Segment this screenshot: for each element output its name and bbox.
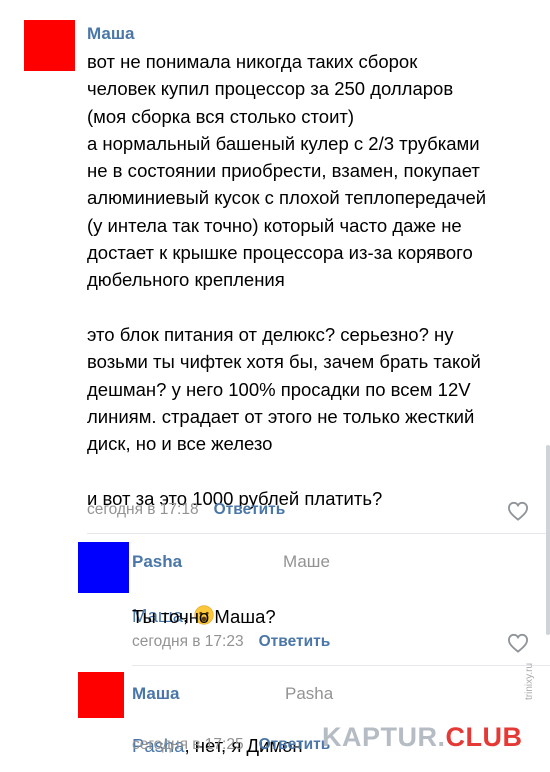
reply-to-name[interactable]: Маше: [283, 552, 330, 572]
scrollbar[interactable]: [546, 445, 550, 635]
timestamp: сегодня в 17:18: [87, 501, 199, 518]
comment-meta: сегодня в 17:18 Ответить: [87, 501, 285, 519]
watermark-part2: CLUB: [445, 722, 523, 752]
avatar[interactable]: [24, 20, 75, 71]
divider: [87, 533, 550, 534]
comment-meta: сегодня в 17:25 Ответить: [132, 736, 330, 754]
author-name[interactable]: Маша: [132, 684, 179, 704]
reply-to-name[interactable]: Pasha: [285, 684, 333, 704]
author-name[interactable]: Маша: [87, 24, 134, 44]
timestamp: сегодня в 17:25: [132, 736, 244, 753]
site-tag: trinixy.ru: [524, 662, 535, 700]
comment-text: Ты точно Маша?: [132, 606, 276, 627]
divider: [132, 665, 550, 666]
reply-button[interactable]: Ответить: [259, 736, 331, 754]
comment-text: вот не понимала никогда таких сборок чел…: [87, 51, 487, 509]
reply-button[interactable]: Ответить: [214, 501, 286, 519]
avatar[interactable]: [78, 672, 124, 718]
heart-outline-icon[interactable]: [507, 633, 529, 653]
comment-meta: сегодня в 17:23 Ответить: [132, 633, 330, 651]
author-name[interactable]: Pasha: [132, 552, 182, 572]
reply-button[interactable]: Ответить: [259, 633, 331, 651]
avatar[interactable]: [78, 542, 129, 593]
watermark-part1: KAPTUR.: [322, 722, 446, 752]
watermark-logo: KAPTUR.CLUB: [322, 722, 523, 753]
heart-outline-icon[interactable]: [507, 501, 529, 521]
timestamp: сегодня в 17:23: [132, 633, 244, 650]
